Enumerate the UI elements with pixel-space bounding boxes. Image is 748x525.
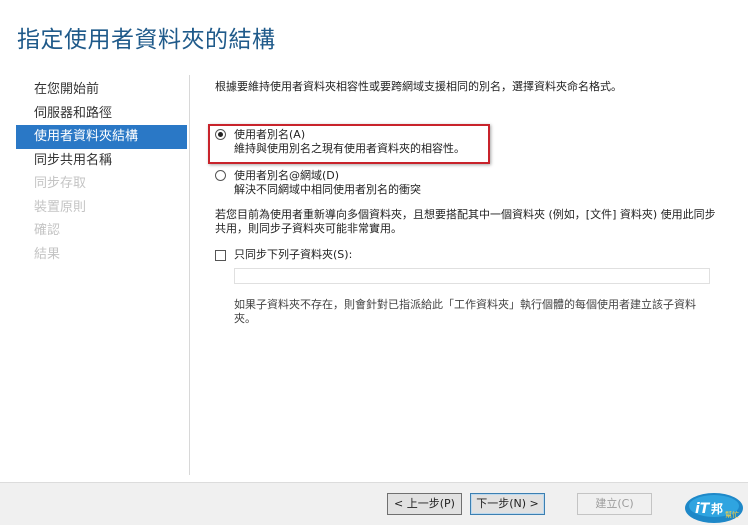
logo-bang-text: 邦	[711, 501, 723, 516]
highlight-annotation-box	[208, 124, 490, 164]
sync-subfolder-checkbox-row[interactable]: 只同步下列子資料夾(S):	[215, 248, 352, 262]
wizard-footer: < 上一步(P) 下一步(N) > 建立(C)	[0, 482, 748, 525]
sidebar-step-user-folder-structure[interactable]: 使用者資料夾結構	[16, 125, 187, 149]
radio-label-user-alias-domain: 使用者別名@網域(D)	[234, 169, 340, 182]
sidebar-step-server-and-path[interactable]: 伺服器和路徑	[16, 102, 187, 126]
wizard-window: 指定使用者資料夾的結構 在您開始前 伺服器和路徑 使用者資料夾結構 同步共用名稱…	[0, 0, 748, 525]
sync-subfolder-checkbox[interactable]	[215, 249, 226, 261]
wizard-steps-sidebar: 在您開始前 伺服器和路徑 使用者資料夾結構 同步共用名稱 同步存取 裝置原則 確…	[16, 78, 187, 266]
sync-subfolder-checkbox-label: 只同步下列子資料夾(S):	[234, 248, 353, 261]
next-button[interactable]: 下一步(N) >	[470, 493, 545, 515]
subfolder-note: 若您目前為使用者重新導向多個資料夾，且想要搭配其中一個資料夾 (例如，[文件] …	[215, 208, 716, 235]
sidebar-divider	[189, 75, 190, 475]
ithome-logo-icon: iT 邦 幫忙	[685, 493, 743, 523]
create-button: 建立(C)	[577, 493, 652, 515]
radio-description-user-alias-domain: 解決不同網域中相同使用者別名的衝突	[234, 183, 421, 196]
page-title: 指定使用者資料夾的結構	[17, 27, 276, 53]
sidebar-step-device-policies: 裝置原則	[34, 199, 87, 215]
previous-button[interactable]: < 上一步(P)	[387, 493, 462, 515]
intro-text: 根據要維持使用者資料夾相容性或要跨網域支援相同的別名，選擇資料夾命名格式。	[215, 80, 622, 93]
sidebar-step-results: 結果	[34, 246, 61, 262]
radio-button-user-alias-domain[interactable]	[215, 170, 226, 181]
subfolder-creation-note: 如果子資料夾不存在，則會針對已指派給此「工作資料夾」執行個體的每個使用者建立該子…	[234, 298, 696, 325]
sidebar-step-before-you-begin[interactable]: 在您開始前	[16, 78, 187, 102]
logo-it-text: iT	[695, 501, 711, 517]
sidebar-step-confirmation: 確認	[34, 223, 61, 238]
logo-help-text: 幫忙	[725, 510, 739, 519]
radio-option-user-alias-domain[interactable]: 使用者別名@網域(D) 解決不同網域中相同使用者別名的衝突	[215, 169, 421, 197]
sidebar-step-sync-access: 同步存取	[34, 176, 87, 191]
subfolder-input[interactable]	[234, 268, 710, 284]
sidebar-step-sync-share-name[interactable]: 同步共用名稱	[16, 149, 187, 173]
